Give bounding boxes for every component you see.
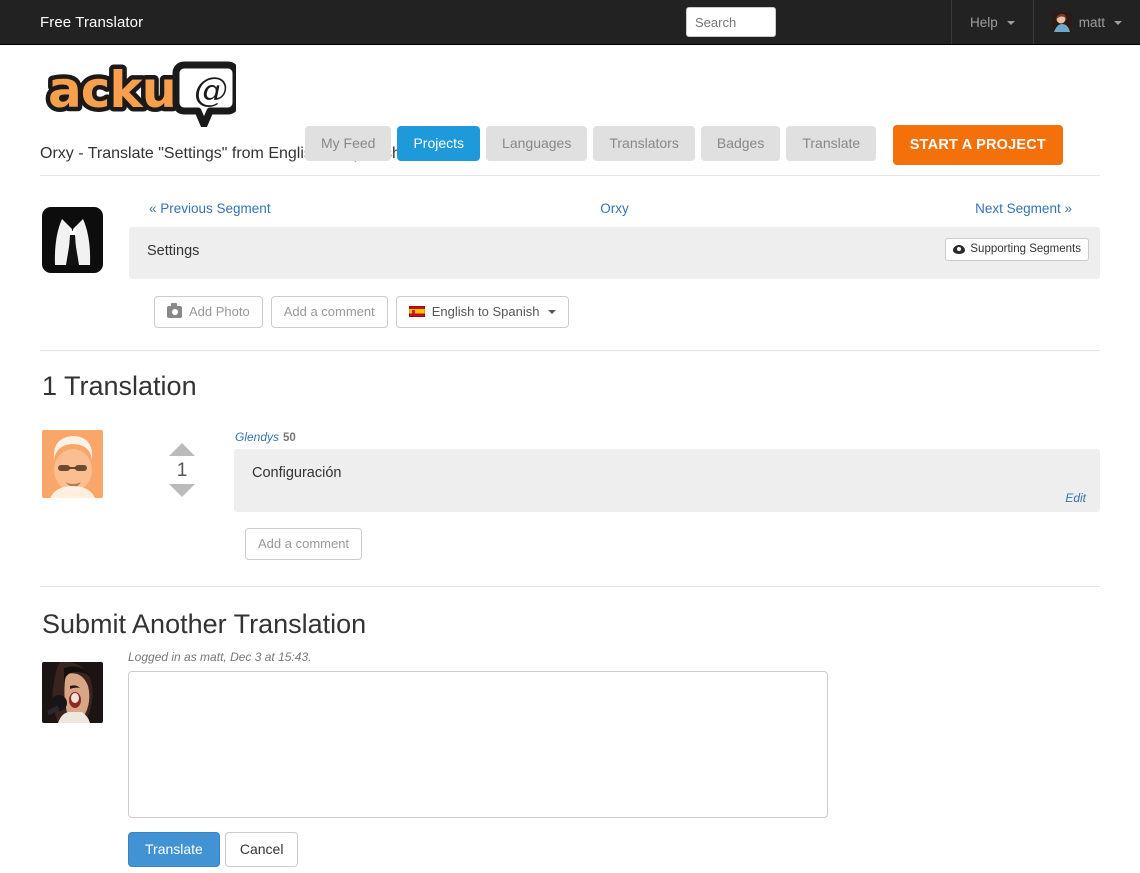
search-input[interactable] <box>686 7 776 37</box>
source-segment-section: « Previous Segment Orxy Next Segment » S… <box>40 176 1100 351</box>
translate-submit-button[interactable]: Translate <box>128 832 220 867</box>
vote-up-arrow[interactable] <box>169 443 195 456</box>
chevron-down-icon <box>1006 21 1015 25</box>
submit-body: Logged in as matt, Dec 3 at 15:43. Trans… <box>128 650 1100 873</box>
translation-row: 1 Glendys 50 Configuración Edit Add a com… <box>40 430 1100 560</box>
topbar-right-group: Help matt <box>950 0 1140 44</box>
source-segment-box: Settings Supporting Segments <box>129 227 1100 279</box>
site-header: ackun ackun @ My Feed Projects Languages… <box>0 45 1140 165</box>
translation-add-comment-button[interactable]: Add a comment <box>245 528 363 560</box>
submit-translation-section: Submit Another Translation Logged in as … <box>40 587 1100 873</box>
svg-text:@: @ <box>194 70 228 110</box>
next-segment-container: Next Segment » <box>780 201 1100 216</box>
help-menu[interactable]: Help <box>950 0 1033 44</box>
chevron-down-icon <box>1114 21 1122 25</box>
translations-section: 1 Translation 1 Glendys 50 Configuración… <box>40 351 1100 587</box>
source-segment-text: Settings <box>147 243 200 259</box>
spanish-flag-icon <box>408 306 425 317</box>
eye-icon <box>953 244 966 254</box>
translation-author-link[interactable]: Glendys <box>235 430 279 444</box>
top-navbar: Free Translator Help matt <box>0 0 1140 45</box>
tab-languages[interactable]: Languages <box>486 126 588 161</box>
chevron-down-icon <box>548 309 557 314</box>
avatar <box>1051 12 1072 32</box>
submit-buttons: Translate Cancel <box>128 832 1100 867</box>
ackuna-logo[interactable]: ackun ackun @ <box>42 53 240 129</box>
segment-body: « Previous Segment Orxy Next Segment » S… <box>129 198 1100 328</box>
vote-control: 1 <box>162 443 202 497</box>
language-pair-dropdown[interactable]: English to Spanish <box>395 296 570 328</box>
translation-text: Configuración <box>252 465 342 481</box>
submit-heading: Submit Another Translation <box>42 609 367 639</box>
main-nav-tabs: My Feed Projects Languages Translators B… <box>305 126 877 161</box>
translation-body: Glendys 50 Configuración Edit Add a comme… <box>234 430 1100 560</box>
start-a-project-button[interactable]: START A PROJECT <box>892 125 1063 165</box>
site-brand-link[interactable]: Free Translator <box>0 0 143 44</box>
add-photo-button[interactable]: Add Photo <box>154 296 263 328</box>
translation-comment-actions: Add a comment <box>234 528 1100 560</box>
translation-meta: Glendys 50 <box>235 430 1100 444</box>
tab-projects[interactable]: Projects <box>397 126 481 161</box>
translator-avatar <box>42 430 103 498</box>
tab-badges[interactable]: Badges <box>700 126 781 161</box>
vote-down-arrow[interactable] <box>169 484 195 497</box>
help-label: Help <box>969 14 998 30</box>
supporting-segments-button[interactable]: Supporting Segments <box>945 238 1089 261</box>
edit-translation-link[interactable]: Edit <box>1065 491 1086 505</box>
previous-segment-container: « Previous Segment <box>129 201 449 216</box>
previous-segment-link[interactable]: « Previous Segment <box>149 201 271 216</box>
add-photo-label: Add Photo <box>189 304 250 319</box>
add-comment-label: Add a comment <box>283 304 375 319</box>
language-pair-label: English to Spanish <box>431 304 540 319</box>
segment-navigation: « Previous Segment Orxy Next Segment » <box>129 198 1100 218</box>
camera-icon <box>167 303 182 318</box>
segment-action-buttons: Add Photo Add a comment English to Spani… <box>129 296 1100 328</box>
translations-heading: 1 Translation <box>42 371 197 401</box>
project-link[interactable]: Orxy <box>600 201 629 216</box>
next-segment-link[interactable]: Next Segment » <box>975 201 1072 216</box>
add-comment-button[interactable]: Add a comment <box>270 296 388 328</box>
user-name-label: matt <box>1078 14 1105 30</box>
translation-author-score: 50 <box>283 432 296 444</box>
cancel-button[interactable]: Cancel <box>224 832 299 867</box>
logged-in-status: Logged in as matt, Dec 3 at 15:43. <box>128 650 312 664</box>
user-menu[interactable]: matt <box>1032 0 1140 44</box>
supporting-segments-label: Supporting Segments <box>970 243 1081 255</box>
tab-translate[interactable]: Translate <box>786 126 877 161</box>
vote-count: 1 <box>176 460 188 481</box>
current-user-avatar <box>42 662 103 723</box>
project-avatar <box>42 207 103 273</box>
translation-add-comment-label: Add a comment <box>258 536 350 551</box>
tab-my-feed[interactable]: My Feed <box>305 126 392 161</box>
project-link-container: Orxy <box>449 201 779 216</box>
translation-textarea[interactable] <box>128 671 828 818</box>
tab-translators[interactable]: Translators <box>593 126 695 161</box>
translation-box: Configuración Edit <box>234 449 1100 512</box>
